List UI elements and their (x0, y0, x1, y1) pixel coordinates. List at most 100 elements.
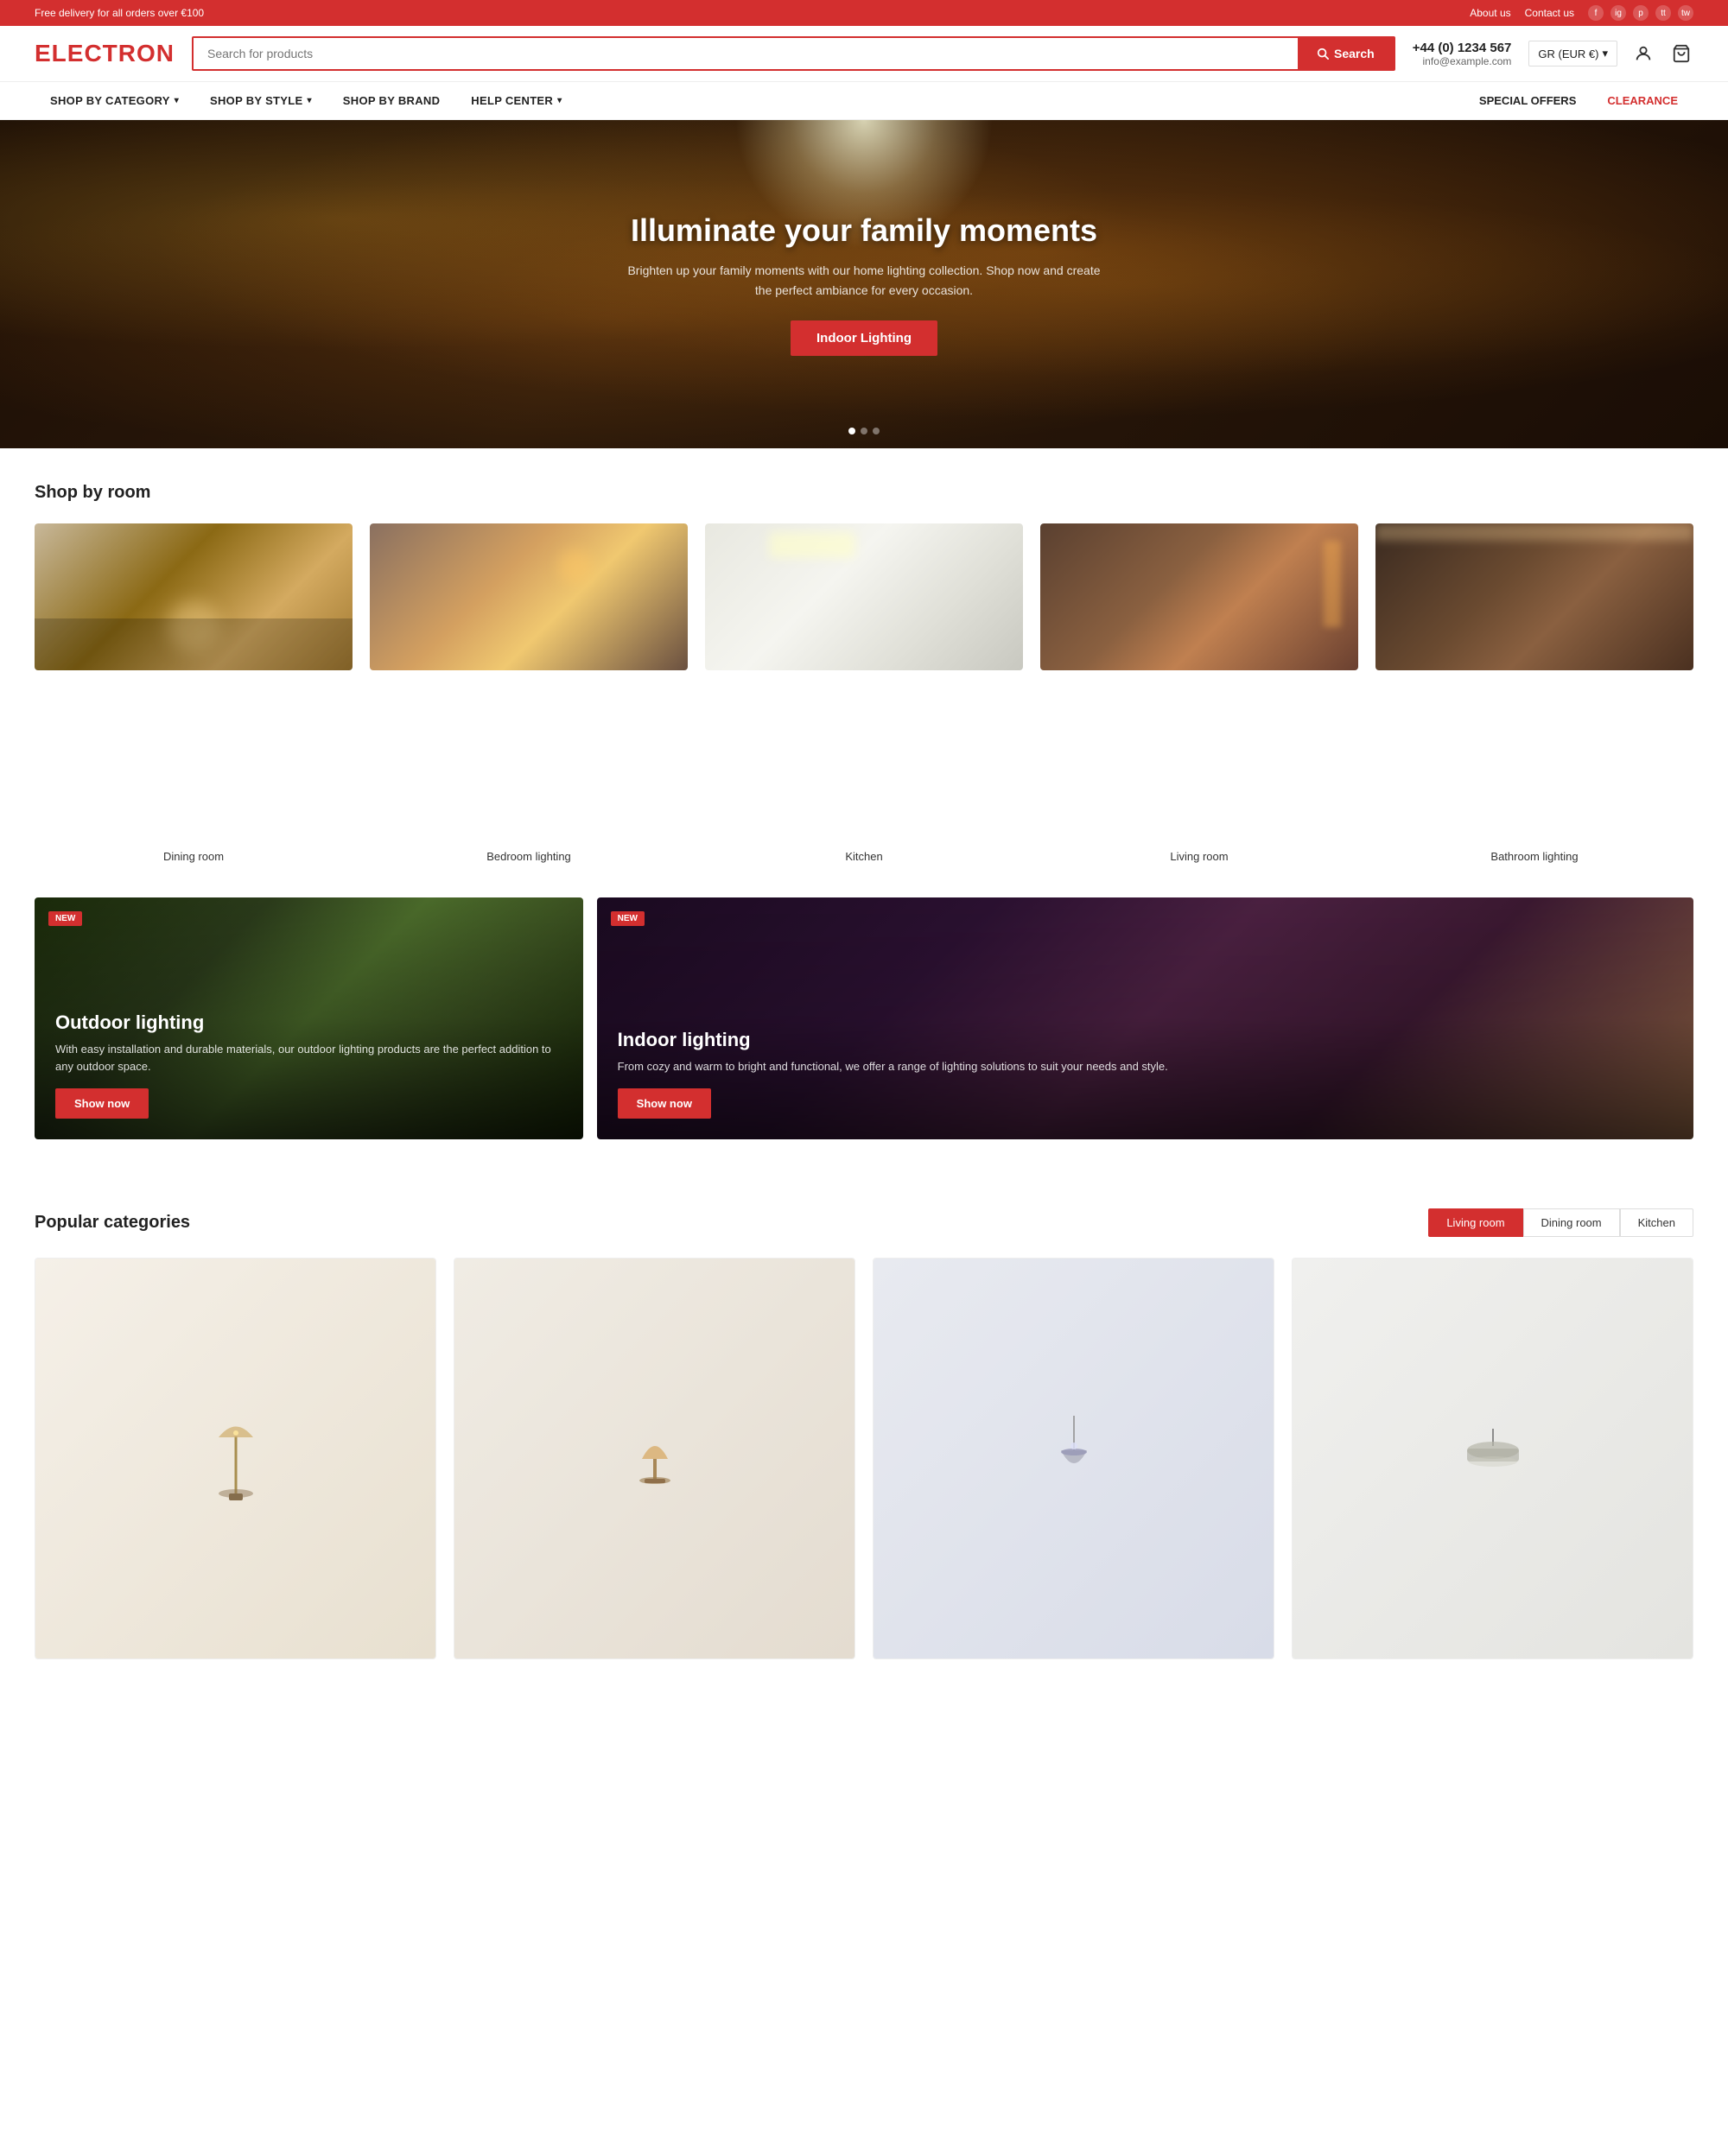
search-input[interactable] (194, 38, 1298, 69)
outdoor-banner-desc: With easy installation and durable mater… (55, 1041, 562, 1075)
room-img-bedroom (370, 523, 688, 841)
header-right: GR (EUR €) ▾ (1528, 41, 1693, 67)
bedroom-image (370, 523, 688, 670)
product-card-1[interactable] (35, 1258, 436, 1659)
twitter-icon[interactable]: tw (1678, 5, 1693, 21)
contact-us-link[interactable]: Contact us (1525, 7, 1574, 19)
room-img-living (1040, 523, 1358, 841)
hero-subtitle: Brighten up your family moments with our… (622, 261, 1106, 300)
outdoor-banner-tag: NEW (48, 911, 82, 926)
top-bar-right: About us Contact us f ig p tt tw (1470, 5, 1693, 21)
floor-lamp-icon (201, 1407, 270, 1511)
lamp-light (1324, 541, 1341, 627)
ceiling-light (1375, 523, 1693, 541)
nav-help-center[interactable]: HELP CENTER ▾ (455, 82, 577, 119)
nav-right: SPECIAL OFFERS CLEARANCE (1464, 82, 1693, 119)
social-icons: f ig p tt tw (1588, 5, 1693, 21)
hero-cta-button[interactable]: Indoor Lighting (791, 320, 937, 356)
hero-dot-1[interactable] (848, 428, 855, 434)
room-img-bathroom (1375, 523, 1693, 841)
room-card-living[interactable]: Living room (1040, 523, 1358, 863)
tiktok-icon[interactable]: tt (1655, 5, 1671, 21)
room-card-bathroom[interactable]: Bathroom lighting (1375, 523, 1693, 863)
product-card-3[interactable] (873, 1258, 1274, 1659)
currency-label: GR (EUR €) (1538, 48, 1598, 60)
tab-kitchen[interactable]: Kitchen (1620, 1208, 1693, 1237)
top-bar: Free delivery for all orders over €100 A… (0, 0, 1728, 26)
product-grid (35, 1258, 1693, 1659)
header: ELECTRON Search +44 (0) 1234 567 info@ex… (0, 26, 1728, 82)
bathroom-image (1375, 523, 1693, 670)
banner-section: NEW Outdoor lighting With easy installat… (0, 897, 1728, 1174)
nav-left: SHOP BY CATEGORY ▾ SHOP BY STYLE ▾ SHOP … (35, 82, 1464, 119)
product-card-4[interactable] (1292, 1258, 1693, 1659)
room-img-kitchen (705, 523, 1023, 841)
hero-dots (848, 428, 880, 434)
nav-shop-by-category[interactable]: SHOP BY CATEGORY ▾ (35, 82, 194, 119)
outdoor-banner-title: Outdoor lighting (55, 1011, 562, 1034)
account-icon[interactable] (1631, 41, 1655, 66)
instagram-icon[interactable]: ig (1610, 5, 1626, 21)
nav-clearance[interactable]: CLEARANCE (1591, 82, 1693, 119)
pendant-light-icon (1039, 1407, 1109, 1511)
search-bar: Search (192, 36, 1395, 71)
tab-dining-room[interactable]: Dining room (1523, 1208, 1620, 1237)
chevron-down-icon: ▾ (557, 96, 562, 105)
currency-chevron: ▾ (1602, 47, 1608, 60)
main-nav: SHOP BY CATEGORY ▾ SHOP BY STYLE ▾ SHOP … (0, 82, 1728, 120)
shop-by-room-title: Shop by room (35, 483, 1693, 503)
room-grid: Dining room Bedroom lighting Kitchen (35, 523, 1693, 863)
product-image-2 (454, 1259, 854, 1658)
search-label: Search (1334, 47, 1375, 60)
dining-room-image (35, 523, 353, 670)
shop-by-room-section: Shop by room Dining room Bedroom lightin… (0, 448, 1728, 897)
room-img-dining (35, 523, 353, 841)
outdoor-show-now-button[interactable]: Show now (55, 1088, 149, 1119)
kitchen-image (705, 523, 1023, 670)
indoor-banner[interactable]: NEW Indoor lighting From cozy and warm t… (597, 897, 1693, 1139)
nav-special-offers[interactable]: SPECIAL OFFERS (1464, 82, 1591, 119)
room-label-bedroom: Bedroom lighting (370, 850, 688, 863)
about-us-link[interactable]: About us (1470, 7, 1510, 19)
room-card-dining[interactable]: Dining room (35, 523, 353, 863)
product-image-3 (874, 1259, 1274, 1658)
chevron-down-icon: ▾ (175, 96, 179, 105)
indoor-banner-desc: From cozy and warm to bright and functio… (618, 1058, 1673, 1075)
header-contact: +44 (0) 1234 567 info@example.com (1413, 41, 1512, 67)
popular-categories-section: Popular categories Living room Dining ro… (0, 1174, 1728, 1677)
phone-number: +44 (0) 1234 567 (1413, 41, 1512, 55)
hero-dot-3[interactable] (873, 428, 880, 434)
room-label-bathroom: Bathroom lighting (1375, 850, 1693, 863)
nav-shop-by-style[interactable]: SHOP BY STYLE ▾ (194, 82, 327, 119)
indoor-banner-tag: NEW (611, 911, 645, 926)
product-card-2[interactable] (454, 1258, 855, 1659)
facebook-icon[interactable]: f (1588, 5, 1604, 21)
popular-categories-title: Popular categories (35, 1213, 190, 1233)
search-button[interactable]: Search (1298, 38, 1394, 69)
indoor-show-now-button[interactable]: Show now (618, 1088, 711, 1119)
cart-icon[interactable] (1669, 41, 1693, 66)
room-label-dining: Dining room (35, 850, 353, 863)
email-address: info@example.com (1413, 55, 1512, 67)
currency-selector[interactable]: GR (EUR €) ▾ (1528, 41, 1617, 67)
indoor-banner-content: Indoor lighting From cozy and warm to br… (618, 1029, 1673, 1119)
room-card-bedroom[interactable]: Bedroom lighting (370, 523, 688, 863)
hero-title: Illuminate your family moments (622, 212, 1106, 249)
light-glow (558, 549, 593, 584)
chevron-down-icon: ▾ (307, 96, 311, 105)
table-lamp-icon (620, 1416, 689, 1502)
nav-shop-by-brand[interactable]: SHOP BY BRAND (327, 82, 456, 119)
room-card-kitchen[interactable]: Kitchen (705, 523, 1023, 863)
living-room-image (1040, 523, 1358, 670)
hero-banner: Illuminate your family moments Brighten … (0, 120, 1728, 448)
hero-dot-2[interactable] (861, 428, 867, 434)
tab-living-room[interactable]: Living room (1428, 1208, 1522, 1237)
product-image-4 (1293, 1259, 1693, 1658)
popular-categories-header: Popular categories Living room Dining ro… (35, 1208, 1693, 1237)
ceiling-lamp-icon (1450, 1424, 1536, 1493)
outdoor-banner-content: Outdoor lighting With easy installation … (55, 1011, 562, 1119)
outdoor-banner[interactable]: NEW Outdoor lighting With easy installat… (35, 897, 583, 1139)
room-label-kitchen: Kitchen (705, 850, 1023, 863)
pinterest-icon[interactable]: p (1633, 5, 1649, 21)
logo[interactable]: ELECTRON (35, 40, 175, 67)
